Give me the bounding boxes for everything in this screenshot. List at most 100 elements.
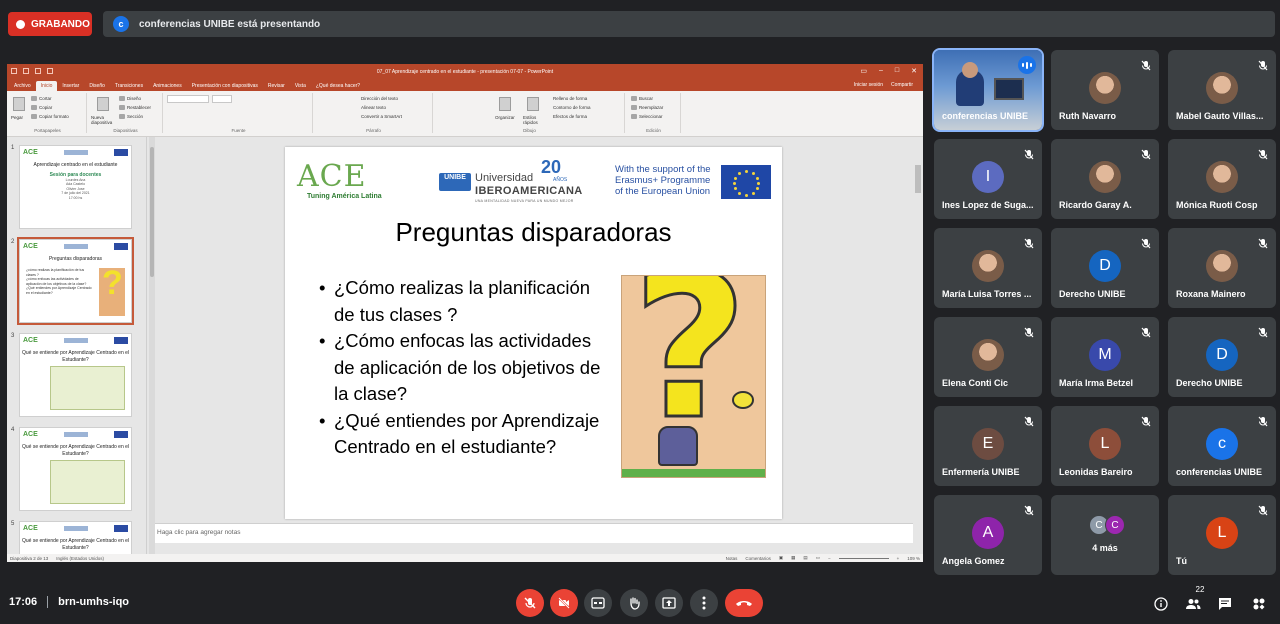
tab-diseno[interactable]: Diseño [84, 81, 110, 91]
tab-transiciones[interactable]: Transiciones [110, 81, 148, 91]
participant-tile[interactable]: Roxana Mainero [1168, 228, 1276, 308]
participant-tile[interactable]: E Enfermería UNIBE [934, 406, 1042, 486]
slideshow-view-icon[interactable]: ▭ [816, 555, 820, 561]
sorter-view-icon[interactable]: ▦ [791, 555, 795, 561]
tab-revisar[interactable]: Revisar [263, 81, 290, 91]
start-slideshow-icon[interactable] [47, 68, 53, 74]
participant-tile[interactable]: L Leonidas Bareiro [1051, 406, 1159, 486]
thumbnail-scrollbar[interactable] [149, 137, 155, 555]
slide-scrollbar[interactable] [913, 137, 923, 537]
text-direction-button[interactable]: Dirección del texto [361, 96, 398, 101]
select-button[interactable]: Seleccionar [631, 114, 663, 119]
font-name-input[interactable] [167, 95, 209, 103]
slide-thumbnail-5[interactable]: ACE Qué se entiende por Aprendizaje Cent… [19, 521, 132, 555]
avatar: E [972, 428, 1004, 460]
new-slide-button[interactable]: Nueva diapositiva [91, 115, 115, 125]
layout-button[interactable]: Diseño [119, 96, 141, 101]
participant-tile[interactable]: Ricardo Garay A. [1051, 139, 1159, 219]
recording-badge[interactable]: GRABANDO [8, 12, 92, 36]
raise-hand-button[interactable] [620, 589, 648, 617]
participant-tile[interactable]: c conferencias UNIBE [1168, 406, 1276, 486]
zoom-in-icon[interactable]: + [897, 556, 900, 561]
share-button[interactable]: Compartir [891, 82, 913, 88]
reset-button[interactable]: Restablecer [119, 105, 151, 110]
redo-icon[interactable] [35, 68, 41, 74]
tab-vista[interactable]: Vista [290, 81, 311, 91]
participant-tile[interactable]: L Tú [1168, 495, 1276, 575]
smartart-button[interactable]: Convertir a SmartArt [361, 114, 402, 119]
minimize-icon[interactable]: – [879, 67, 883, 75]
mic-off-button[interactable] [516, 589, 544, 617]
save-icon[interactable] [11, 68, 17, 74]
signin-link[interactable]: Iniciar sesión [854, 82, 883, 88]
find-button[interactable]: Buscar [631, 96, 653, 101]
zoom-level[interactable]: 109 % [907, 556, 920, 561]
language-indicator[interactable]: Inglés (Estados Unidos) [56, 556, 104, 561]
activities-button[interactable] [1249, 594, 1269, 614]
align-text-button[interactable]: Alinear texto [361, 105, 386, 110]
meeting-details-button[interactable] [1151, 594, 1171, 614]
leave-call-button[interactable] [725, 589, 763, 617]
chat-button[interactable] [1215, 594, 1235, 614]
quick-styles-icon[interactable] [527, 97, 539, 111]
notes-pane[interactable]: Haga clic para agregar notas [155, 523, 913, 543]
paste-icon[interactable] [13, 97, 25, 111]
zoom-out-icon[interactable]: − [828, 556, 831, 561]
normal-view-icon[interactable]: ▣ [779, 555, 783, 561]
participant-tile[interactable]: conferencias UNIBE [932, 48, 1044, 132]
undo-icon[interactable] [23, 68, 29, 74]
section-button[interactable]: Sección [119, 114, 143, 119]
font-size-input[interactable] [212, 95, 232, 103]
reading-view-icon[interactable]: ▤ [803, 555, 807, 561]
participant-tile[interactable]: A Angela Gomez [934, 495, 1042, 575]
tab-presentacion[interactable]: Presentación con diapositivas [187, 81, 263, 91]
clock: 17:06 [9, 596, 38, 608]
tab-archivo[interactable]: Archivo [9, 81, 36, 91]
new-slide-icon[interactable] [97, 97, 109, 111]
shape-outline-button[interactable]: Contorno de forma [553, 105, 591, 110]
tab-inicio[interactable]: Inicio [35, 81, 58, 91]
format-painter-button[interactable]: Copiar formato [31, 114, 69, 119]
zoom-slider[interactable] [838, 557, 889, 559]
replace-button[interactable]: Reemplazar [631, 105, 663, 110]
maximize-icon[interactable]: □ [895, 67, 899, 75]
shape-effects-button[interactable]: Efectos de forma [553, 114, 587, 119]
shape-fill-button[interactable]: Relleno de forma [553, 96, 587, 101]
quick-styles-button[interactable]: Estilos rápidos [523, 115, 543, 125]
people-button[interactable] [1183, 594, 1203, 614]
slide-thumbnail-4[interactable]: ACE Qué se entiende por Aprendizaje Cent… [19, 427, 132, 511]
participant-tile[interactable]: Elena Conti Cic [934, 317, 1042, 397]
participant-tile[interactable]: Mabel Gauto Villas... [1168, 50, 1276, 130]
tab-animaciones[interactable]: Animaciones [148, 81, 187, 91]
participant-tile[interactable]: I Ines Lopez de Suga... [934, 139, 1042, 219]
slide-thumbnail-2[interactable]: ACE Preguntas disparadoras ¿cómo realiza… [17, 237, 134, 325]
arrange-button[interactable]: Organizar [495, 115, 515, 120]
camera-off-button[interactable] [550, 589, 578, 617]
tell-me-search[interactable]: ¿Qué desea hacer? [311, 81, 365, 91]
close-icon[interactable]: ✕ [911, 67, 917, 75]
participant-tile[interactable]: M María Irma Betzel [1051, 317, 1159, 397]
captions-button[interactable] [584, 589, 612, 617]
ribbon-display-icon[interactable]: ▭ [860, 67, 867, 75]
participant-tile[interactable]: D Derecho UNIBE [1051, 228, 1159, 308]
participant-tile[interactable]: D Derecho UNIBE [1168, 317, 1276, 397]
copy-icon [31, 105, 37, 110]
comments-toggle[interactable]: Comentarios [745, 556, 771, 561]
ace-logo-subtitle: Tuning América Latina [307, 193, 382, 200]
slide-thumbnail-3[interactable]: ACE Qué se entiende por Aprendizaje Cent… [19, 333, 132, 417]
cut-button[interactable]: Cortar [31, 96, 52, 101]
current-slide[interactable]: ACE Tuning América Latina UNIBE Universi… [285, 147, 782, 519]
tab-insertar[interactable]: Insertar [57, 81, 84, 91]
participant-tile[interactable]: Ruth Navarro [1051, 50, 1159, 130]
participant-tile[interactable]: María Luisa Torres ... [934, 228, 1042, 308]
notes-toggle[interactable]: Notas [726, 556, 738, 561]
copy-button[interactable]: Copiar [31, 105, 52, 110]
present-now-button[interactable] [655, 589, 683, 617]
slide-thumbnail-1[interactable]: ACE Aprendizaje centrado en el estudiant… [19, 145, 132, 229]
paste-button[interactable]: Pegar [11, 115, 23, 120]
participant-tile[interactable]: Mónica Ruoti Cosp [1168, 139, 1276, 219]
more-options-button[interactable] [690, 589, 718, 617]
thumb-number: 2 [11, 239, 15, 245]
arrange-icon[interactable] [499, 97, 511, 111]
participant-tile[interactable]: CC 4 más [1051, 495, 1159, 575]
